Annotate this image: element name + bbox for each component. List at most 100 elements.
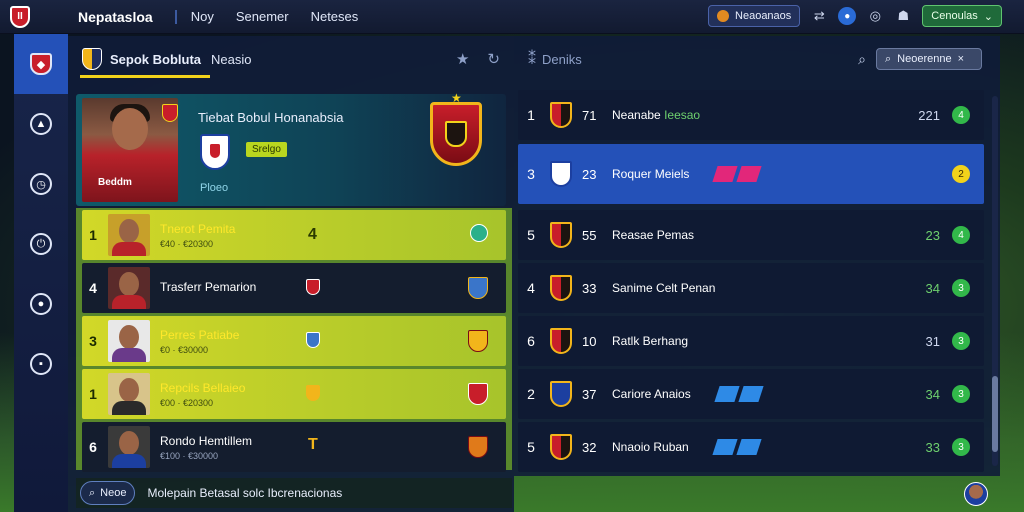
player-name: Trasferr Pemarion <box>160 279 257 294</box>
nav-link-1[interactable]: Noy <box>191 9 214 24</box>
row-badge: 3 <box>952 332 970 350</box>
row-position: 5 <box>527 439 535 455</box>
table-row[interactable]: 2 37 Cariore Anaios 34 3 <box>518 369 984 419</box>
search-button[interactable]: ⌕ Neoe <box>80 481 136 505</box>
photo-caption: Beddm <box>98 177 132 188</box>
row-name: Neanabe Ieesao <box>612 108 701 122</box>
list-item[interactable]: 1 Tnerot Pemita €40 · €20300 4 <box>82 210 506 260</box>
shield-icon <box>306 385 320 401</box>
row-tags <box>712 439 762 455</box>
scrollbar-thumb[interactable] <box>992 376 998 452</box>
row-position: 5 <box>527 227 535 243</box>
national-crest-icon <box>200 134 230 170</box>
row-value: 34 <box>925 386 940 402</box>
row-value: 221 <box>918 107 940 123</box>
sidebar-item-power[interactable]: ⏻ <box>14 214 68 274</box>
boot-icon: ▲ <box>30 113 52 135</box>
row-badge: 4 <box>952 226 970 244</box>
people-icon[interactable]: ☗ <box>894 7 912 25</box>
account-dropdown[interactable]: Cenoulas ⌄ <box>922 5 1002 27</box>
team-badge-icon <box>82 48 102 70</box>
player-name: Repcils Bellaieo <box>160 380 246 395</box>
row-badge: 3 <box>952 279 970 297</box>
sidebar-item-schedule[interactable]: ◷ <box>14 154 68 214</box>
search-icon: ⌕ <box>89 486 96 499</box>
refresh-icon[interactable]: ↻ <box>487 50 500 68</box>
list-item[interactable]: 4 Trasferr Pemarion <box>82 263 506 313</box>
search-icon[interactable]: ⌕ <box>858 51 866 68</box>
row-number: 6 <box>89 439 97 455</box>
table-row[interactable]: 1 71 Neanabe Ieesao 221 4 <box>518 90 984 140</box>
list-item[interactable]: 1 Repcils Bellaieo €00 · €20300 <box>82 369 506 419</box>
row-position: 1 <box>527 107 535 123</box>
row-name: Ratlk Berhang <box>612 334 689 348</box>
club-crest-icon <box>468 383 488 405</box>
row-score: 55 <box>582 227 597 243</box>
row-score: 32 <box>582 439 597 455</box>
ranking-search-input[interactable]: ⌕ Neoerenne × <box>876 48 982 70</box>
player-name: Perres Patiabe <box>160 327 240 342</box>
sidebar: ◆ ▲ ◷ ⏻ ● ▪ <box>14 34 68 512</box>
row-score: 37 <box>582 386 597 402</box>
notification-icon[interactable]: ● <box>838 7 857 25</box>
coin-icon <box>717 10 730 22</box>
filter-icon[interactable]: ⁑ <box>528 49 536 69</box>
sidebar-item-match[interactable]: ● <box>14 274 68 334</box>
controller-icon[interactable]: ⇄ <box>810 7 828 25</box>
bottom-search-bar: ⌕ Neoe Molepain Betasal solc Ibcrenacion… <box>76 478 512 508</box>
row-position: 4 <box>527 280 535 296</box>
nav-link-2[interactable]: Senemer <box>236 9 289 24</box>
player-tag: Srelgo <box>246 142 287 157</box>
app-logo[interactable]: II <box>0 0 40 34</box>
chevron-down-icon: ⌄ <box>983 10 993 23</box>
player-meta: €00 · €20300 <box>160 397 214 408</box>
player-profile-card[interactable]: Beddm Tiebat Bobul Honanabsia Srelgo Plo… <box>76 91 506 206</box>
scrollbar[interactable] <box>992 96 998 466</box>
player-name: Rondo Hemtillem <box>160 433 253 448</box>
table-row[interactable]: 4 33 Sanime Celt Penan 34 3 <box>518 263 984 313</box>
shield-icon <box>306 279 320 295</box>
row-tags <box>714 386 764 402</box>
nav-link-3[interactable]: Neteses <box>311 9 359 24</box>
sidebar-item-chat[interactable]: ▪ <box>14 334 68 394</box>
club-crest-icon <box>550 381 572 407</box>
row-badge: 3 <box>952 385 970 403</box>
star-icon[interactable]: ★ <box>456 50 469 68</box>
player-code: Ploeo <box>200 182 229 194</box>
row-name: Cariore Anaios <box>612 387 691 401</box>
settings-icon[interactable]: ◎ <box>866 7 884 25</box>
row-name: Roquer Meiels <box>612 167 690 181</box>
row-name: Nnaoio Ruban <box>612 440 689 454</box>
sidebar-item-training[interactable]: ▲ <box>14 94 68 154</box>
table-row-selected[interactable]: 3 23 Roquer Meiels 2 <box>518 144 984 204</box>
power-icon: ⏻ <box>30 233 52 255</box>
table-row[interactable]: 5 55 Reasae Pemas 23 4 <box>518 210 984 260</box>
search-placeholder: Neoerenne <box>897 53 952 65</box>
ranking-panel: ⁑ Deniks ⌕ ⌕ Neoerenne × 1 71 Neanabe Ie… <box>514 36 1000 476</box>
row-badge: 3 <box>952 438 970 456</box>
squad-panel-header: Sepok Bobluta Neasio ★ ↻ <box>68 36 514 82</box>
squad-subtitle[interactable]: Neasio <box>211 52 251 67</box>
squad-title[interactable]: Sepok Bobluta <box>110 52 201 67</box>
club-crest-icon <box>550 161 572 187</box>
avatar[interactable] <box>964 482 988 506</box>
row-value: 31 <box>925 333 940 349</box>
status-pill[interactable]: Neaoanaos <box>708 5 801 27</box>
list-item[interactable]: 3 Perres Patiabe €0 · €30000 <box>82 316 506 366</box>
account-label: Cenoulas <box>931 10 978 22</box>
table-row[interactable]: 5 32 Nnaoio Ruban 33 3 <box>518 422 984 472</box>
list-item[interactable]: 6 Rondo Hemtillem €100 · €30000 T <box>82 422 506 472</box>
player-list: 1 Tnerot Pemita €40 · €20300 4 4 Trasferr… <box>76 208 512 472</box>
row-number: 1 <box>89 227 97 243</box>
table-row[interactable]: 6 10 Ratlk Berhang 31 3 <box>518 316 984 366</box>
club-crest-icon: ◆ <box>30 53 52 75</box>
search-button-label: Neoe <box>100 487 127 499</box>
ball-icon: ● <box>30 293 52 315</box>
row-tags <box>712 166 762 182</box>
row-value: 34 <box>925 280 940 296</box>
player-meta: €40 · €20300 <box>160 238 214 249</box>
search-hint: Molepain Betasal solc Ibcrenacionas <box>147 486 343 500</box>
sidebar-item-club[interactable]: ◆ <box>14 34 68 94</box>
club-crest-icon <box>550 434 572 460</box>
club-crest-icon <box>550 328 572 354</box>
